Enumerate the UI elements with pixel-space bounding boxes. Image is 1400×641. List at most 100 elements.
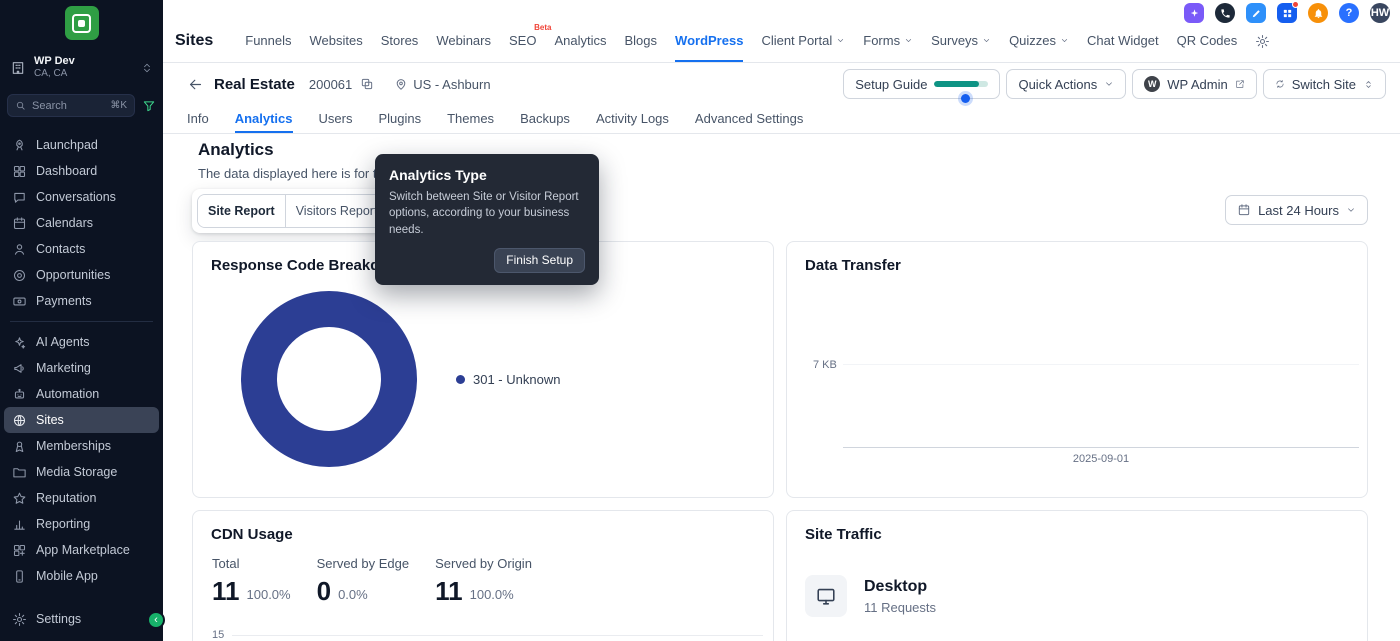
calendar-icon [1237, 203, 1251, 217]
help-icon[interactable]: ? [1339, 3, 1359, 23]
filter-funnel-icon[interactable] [142, 99, 156, 113]
search-input[interactable] [32, 100, 104, 112]
sidebar-item-app-marketplace[interactable]: App Marketplace [4, 537, 159, 563]
sidebar-item-launchpad[interactable]: Launchpad [4, 132, 159, 158]
sidebar: WP Dev CA, CA ⌘K Launchpad Dashboard Con… [0, 0, 163, 641]
setup-guide-button[interactable]: Setup Guide [843, 69, 1000, 99]
sidebar-item-automation[interactable]: Automation [4, 381, 159, 407]
sparkle-icon [12, 335, 27, 350]
sidebar-item-payments[interactable]: Payments [4, 288, 159, 314]
tab-quizzes[interactable]: Quizzes [1009, 20, 1069, 62]
switch-site-button[interactable]: Switch Site [1263, 69, 1386, 99]
page-title: Sites [175, 20, 213, 62]
tab-websites[interactable]: Websites [310, 20, 363, 62]
sidebar-item-label: AI Agents [36, 335, 90, 349]
star-icon [12, 491, 27, 506]
search-icon [15, 100, 26, 111]
popover-body: Switch between Site or Visitor Report op… [389, 189, 585, 238]
wp-admin-button[interactable]: WWP Admin [1132, 69, 1256, 99]
sidebar-item-calendars[interactable]: Calendars [4, 210, 159, 236]
sidebar-item-memberships[interactable]: Memberships [4, 433, 159, 459]
device-info: Desktop 11 Requests [864, 578, 936, 615]
app-window: WP Dev CA, CA ⌘K Launchpad Dashboard Con… [0, 0, 1400, 641]
tab-qr-codes[interactable]: QR Codes [1177, 20, 1238, 62]
sidebar-item-sites[interactable]: Sites [4, 407, 159, 433]
quick-actions-button[interactable]: Quick Actions [1006, 69, 1126, 99]
visitors-report-button[interactable]: Visitors Report [286, 195, 388, 227]
site-tab-activity-logs[interactable]: Activity Logs [596, 105, 669, 133]
tab-webinars[interactable]: Webinars [436, 20, 491, 62]
sidebar-item-media-storage[interactable]: Media Storage [4, 459, 159, 485]
site-toolbar: Real Estate 200061 US - Ashburn Setup Gu… [163, 63, 1400, 105]
setup-guide-beacon[interactable] [961, 94, 970, 103]
smartphone-icon [12, 569, 27, 584]
tab-funnels[interactable]: Funnels [245, 20, 291, 62]
apps-plus-icon [12, 543, 27, 558]
tab-client-portal[interactable]: Client Portal [761, 20, 845, 62]
sites-settings-gear-icon[interactable] [1255, 34, 1270, 49]
tab-seo[interactable]: SEOBeta [509, 20, 536, 62]
stat-label: Served by Origin [435, 556, 532, 571]
stat-label: Total [212, 556, 291, 571]
account-avatar[interactable]: HW [1370, 3, 1390, 23]
date-range-filter[interactable]: Last 24 Hours [1225, 195, 1368, 225]
finish-setup-button[interactable]: Finish Setup [494, 248, 585, 273]
chevron-down-icon [904, 36, 913, 45]
account-location: CA, CA [34, 68, 75, 80]
agency-logo[interactable] [65, 6, 99, 40]
site-tab-backups[interactable]: Backups [520, 105, 570, 133]
site-tab-analytics[interactable]: Analytics [235, 105, 293, 133]
sidebar-item-contacts[interactable]: Contacts [4, 236, 159, 262]
tab-stores[interactable]: Stores [381, 20, 419, 62]
copy-icon[interactable] [360, 77, 374, 91]
device-name: Desktop [864, 578, 936, 596]
tab-blogs[interactable]: Blogs [625, 20, 658, 62]
site-tab-themes[interactable]: Themes [447, 105, 494, 133]
tab-surveys[interactable]: Surveys [931, 20, 991, 62]
response-code-donut-chart [236, 286, 422, 472]
sidebar-item-label: Dashboard [36, 164, 97, 178]
chevron-down-icon [982, 36, 991, 45]
sidebar-collapse-button[interactable]: ‹ [147, 611, 165, 629]
gridline [843, 364, 1359, 365]
tab-chat-widget[interactable]: Chat Widget [1087, 20, 1159, 62]
sidebar-item-opportunities[interactable]: Opportunities [4, 262, 159, 288]
site-tab-plugins[interactable]: Plugins [378, 105, 421, 133]
analytics-cards: Response Code Breakdown 301 - Unknown Da… [192, 241, 1368, 641]
sidebar-item-settings[interactable]: Settings [4, 606, 159, 632]
search-shortcut: ⌘K [110, 100, 127, 111]
logo-mark [72, 14, 91, 33]
sidebar-item-label: Settings [36, 612, 81, 626]
notifications-icon[interactable] [1308, 3, 1328, 23]
sidebar-item-conversations[interactable]: Conversations [4, 184, 159, 210]
account-name: WP Dev [34, 55, 75, 68]
account-switcher[interactable]: WP Dev CA, CA [4, 50, 159, 85]
app-launcher-icon[interactable] [1277, 3, 1297, 23]
megaphone-icon [12, 361, 27, 376]
toolbar-actions: Setup Guide Quick Actions WWP Admin Swit… [843, 69, 1386, 99]
sidebar-nav: Launchpad Dashboard Conversations Calend… [0, 132, 163, 606]
tab-forms[interactable]: Forms [863, 20, 913, 62]
stat-value: 11 [212, 578, 240, 604]
tab-wordpress[interactable]: WordPress [675, 20, 743, 62]
site-tab-info[interactable]: Info [187, 105, 209, 133]
back-arrow-icon[interactable] [187, 76, 204, 93]
sidebar-item-ai-agents[interactable]: AI Agents [4, 329, 159, 355]
sidebar-item-reporting[interactable]: Reporting [4, 511, 159, 537]
sidebar-item-dashboard[interactable]: Dashboard [4, 158, 159, 184]
sidebar-search-row: ⌘K [7, 94, 156, 117]
sidebar-search[interactable]: ⌘K [7, 94, 135, 117]
cdn-stats-row: Total 11100.0% Served by Edge 00.0% Serv… [193, 543, 773, 604]
sidebar-item-marketing[interactable]: Marketing [4, 355, 159, 381]
tab-analytics[interactable]: Analytics [554, 20, 606, 62]
sidebar-item-label: Launchpad [36, 138, 98, 152]
bar-chart-icon [12, 517, 27, 532]
sidebar-item-mobile-app[interactable]: Mobile App [4, 563, 159, 589]
site-tab-advanced-settings[interactable]: Advanced Settings [695, 105, 803, 133]
user-icon [12, 242, 27, 257]
dashboard-icon [12, 164, 27, 179]
site-tab-users[interactable]: Users [319, 105, 353, 133]
sidebar-item-reputation[interactable]: Reputation [4, 485, 159, 511]
site-report-button[interactable]: Site Report [198, 195, 286, 227]
site-name: Real Estate [214, 76, 295, 93]
